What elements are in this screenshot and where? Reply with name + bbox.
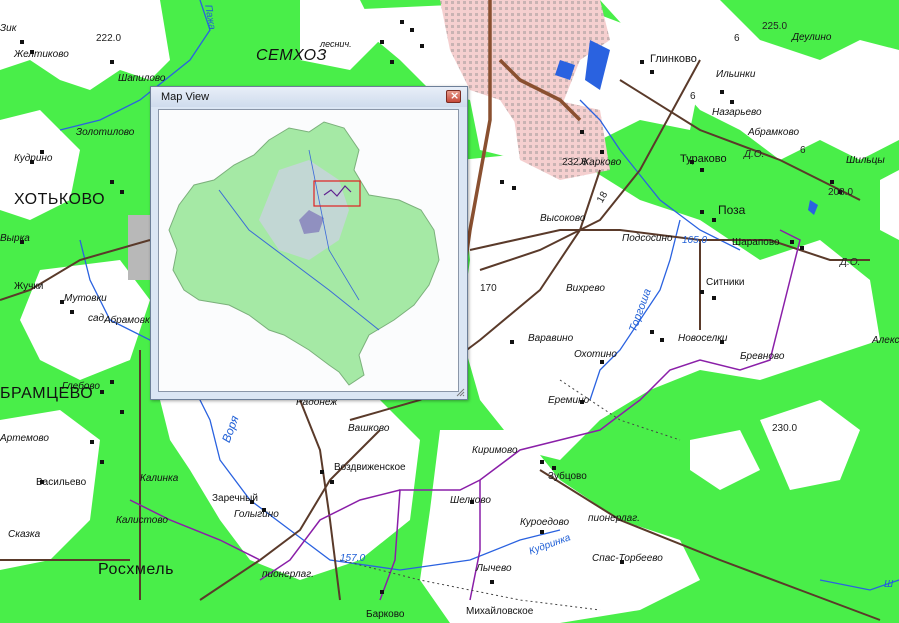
village-label-mutovki: Мутовки: [64, 293, 107, 304]
elevation-170: 170: [480, 283, 497, 294]
village-label-sad: сад.: [88, 313, 107, 324]
village-label-vyrka: Вырка: [0, 233, 30, 244]
road-number-6a: 6: [734, 33, 740, 44]
village-label-abramovka: Абрамовка: [104, 315, 156, 326]
village-label-kalinka: Калинка: [140, 473, 179, 484]
village-label-lesnich: леснич.: [320, 39, 352, 49]
village-label-vysokovo: Высоково: [540, 213, 586, 224]
village-label-shilcy: Шильцы: [846, 155, 885, 166]
elevation-222: 222.0: [96, 33, 122, 44]
village-label-poza: Поза: [718, 203, 746, 217]
village-label-zheltikovo: Желтиково: [14, 49, 69, 60]
village-label-zik: Зик: [0, 23, 17, 34]
village-label-okhotino: Охотино: [574, 349, 617, 360]
map-view-titlebar[interactable]: Map View ×: [151, 87, 467, 107]
overview-map-canvas: [168, 121, 440, 386]
village-label-golygino: Голыгино: [234, 509, 279, 520]
resize-grip-icon[interactable]: [455, 387, 465, 397]
village-label-shapilovo: Шапилово: [118, 73, 166, 84]
village-label-vashkovo: Вашково: [348, 423, 390, 434]
overview-map[interactable]: [158, 109, 459, 392]
elevation-230: 230.0: [772, 423, 798, 434]
village-label-pionerlag-2: пионерлаг.: [262, 569, 314, 580]
close-icon[interactable]: ×: [446, 89, 461, 103]
village-label-kudrino: Кудрино: [14, 153, 53, 164]
village-label-mikhaylovskoe: Михайловское: [466, 606, 534, 617]
road-number-6c: 6: [800, 145, 806, 156]
village-label-skazka: Сказка: [8, 529, 41, 540]
elevation-225: 225.0: [762, 21, 788, 32]
village-label-artemovo: Артемово: [0, 433, 49, 444]
village-label-sharapovo: Шарапово: [732, 237, 780, 248]
map-view-window[interactable]: Map View ×: [150, 86, 468, 400]
village-label-glebovo: Глебово: [62, 381, 100, 392]
village-label-nazarevo: Назарьево: [712, 107, 762, 118]
village-label-kirimovo: Киримово: [472, 445, 518, 456]
town-label-semkhoz: СЕМХОЗ: [256, 47, 327, 64]
village-label-kalistovo: Калистово: [116, 515, 168, 526]
village-label-shelkovo: Шелково: [450, 495, 491, 506]
village-label-vozdvizhenskoe: Воздвиженское: [334, 462, 406, 473]
road-number-6b: 6: [690, 91, 696, 102]
village-label-spas-torbeevo: Спас-Торбеево: [592, 553, 663, 564]
village-label-glinkovo: Глинково: [650, 53, 697, 65]
village-label-pionerlag-1: пионерлаг.: [588, 513, 640, 524]
village-label-vikhrevo: Вихрево: [566, 283, 605, 294]
elevation-208: 208.0: [828, 187, 854, 198]
elevation-157: 157.0: [340, 553, 366, 564]
elevation-232: 232.0: [562, 157, 588, 168]
close-glyph: ×: [450, 89, 460, 102]
town-label-khotkovo: ХОТЬКОВО: [14, 191, 106, 208]
village-label-podsosino: Подсосино: [622, 233, 673, 244]
town-label-roskhmel: Росхмель: [98, 561, 174, 578]
village-label-abramkovo: Абрамково: [748, 127, 800, 138]
road-label-do-2: Д.О.: [840, 257, 861, 268]
village-label-turakovo: Тураково: [680, 153, 727, 165]
river-label-sh: Ш: [884, 579, 894, 590]
village-label-varavino: Варавино: [528, 333, 574, 344]
village-label-vasilevo: Васильево: [36, 477, 87, 488]
village-label-barkovo: Барково: [366, 609, 405, 620]
village-label-zarechny: Заречный: [212, 493, 258, 504]
village-label-zhuchki: Жучки: [14, 281, 44, 292]
village-label-deulino: Деулино: [792, 32, 832, 43]
village-label-ilinki: Ильинки: [716, 69, 756, 80]
village-label-novoselki: Новоселки: [678, 333, 728, 344]
map-view-title: Map View: [161, 91, 210, 103]
village-label-sitniki: Ситники: [706, 277, 745, 288]
village-label-aleks: Алекс: [872, 335, 899, 346]
village-label-lychevo: Лычево: [476, 563, 512, 574]
village-label-zubtsovo: Зубцово: [548, 471, 587, 482]
village-label-kurovedovo: Куроедово: [520, 517, 570, 528]
elevation-165: 165.0: [682, 235, 708, 246]
road-label-do-1: Д.О.: [744, 149, 765, 160]
village-label-brevnovo: Бревново: [740, 351, 785, 362]
village-label-zolotilovo: Золотилово: [76, 127, 135, 138]
village-label-eremino: Еремино: [548, 395, 590, 406]
